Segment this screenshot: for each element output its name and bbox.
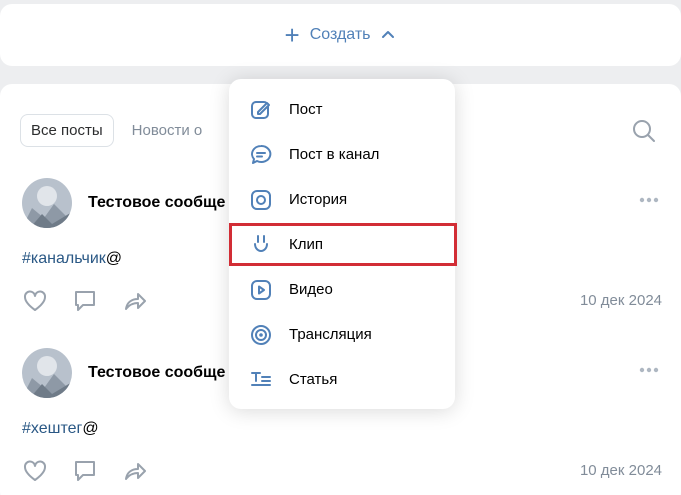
like-icon[interactable] bbox=[22, 458, 48, 484]
tab-news[interactable]: Новости о bbox=[122, 115, 213, 146]
hashtag-link[interactable]: #хештег bbox=[22, 420, 82, 437]
menu-item-label: Статья bbox=[289, 371, 338, 388]
more-options-icon[interactable] bbox=[638, 366, 660, 374]
story-icon bbox=[251, 189, 271, 210]
menu-item-broadcast[interactable]: Трансляция bbox=[229, 312, 455, 357]
post-date: 10 дек 2024 bbox=[579, 292, 662, 309]
more-options-icon[interactable] bbox=[638, 196, 660, 204]
avatar[interactable] bbox=[22, 348, 72, 398]
post-text-suffix: @ bbox=[105, 250, 123, 267]
tab-all-posts[interactable]: Все посты bbox=[20, 113, 114, 147]
menu-item-label: Видео bbox=[289, 281, 333, 298]
menu-item-story[interactable]: История bbox=[229, 177, 455, 222]
menu-item-channel-post[interactable]: Пост в канал bbox=[229, 132, 455, 177]
create-menu: Пост Пост в канал История Клип Видео Тра… bbox=[229, 79, 457, 409]
create-label: Создать bbox=[309, 26, 371, 43]
article-icon bbox=[251, 371, 271, 386]
post-title[interactable]: Тестовое сообще bbox=[88, 364, 225, 382]
comment-icon[interactable] bbox=[72, 458, 98, 484]
like-icon[interactable] bbox=[22, 288, 48, 314]
menu-item-article[interactable]: Статья bbox=[229, 357, 455, 402]
plus-icon: + bbox=[284, 20, 300, 50]
share-icon[interactable] bbox=[122, 458, 148, 484]
highlight-box bbox=[229, 223, 457, 266]
chevron-up-icon bbox=[381, 31, 394, 38]
menu-item-post[interactable]: Пост bbox=[229, 87, 455, 132]
menu-item-video[interactable]: Видео bbox=[229, 267, 455, 312]
create-button[interactable]: + Создать bbox=[0, 4, 681, 66]
post-text-suffix: @ bbox=[82, 420, 99, 437]
share-icon[interactable] bbox=[122, 288, 148, 314]
comment-icon[interactable] bbox=[72, 288, 98, 314]
menu-item-label: Пост bbox=[289, 101, 323, 118]
edit-icon bbox=[251, 100, 270, 119]
message-icon bbox=[251, 144, 272, 164]
menu-item-label: Пост в канал bbox=[289, 146, 380, 163]
post-text: #хештег@ bbox=[22, 420, 662, 438]
feed-tabs: Все посты Новости о bbox=[20, 112, 212, 148]
menu-item-clip[interactable]: Клип bbox=[229, 222, 457, 267]
video-icon bbox=[251, 279, 271, 300]
hashtag-link[interactable]: #канальчик bbox=[22, 250, 106, 267]
post-actions: 10 дек 2024 bbox=[22, 458, 662, 484]
post-title[interactable]: Тестовое сообще bbox=[88, 194, 225, 212]
menu-item-label: История bbox=[289, 191, 348, 208]
avatar[interactable] bbox=[22, 178, 72, 228]
post-date: 10 дек 2024 bbox=[579, 462, 662, 479]
menu-item-label: Трансляция bbox=[289, 326, 372, 343]
broadcast-icon bbox=[251, 324, 271, 345]
search-icon[interactable] bbox=[631, 118, 657, 144]
